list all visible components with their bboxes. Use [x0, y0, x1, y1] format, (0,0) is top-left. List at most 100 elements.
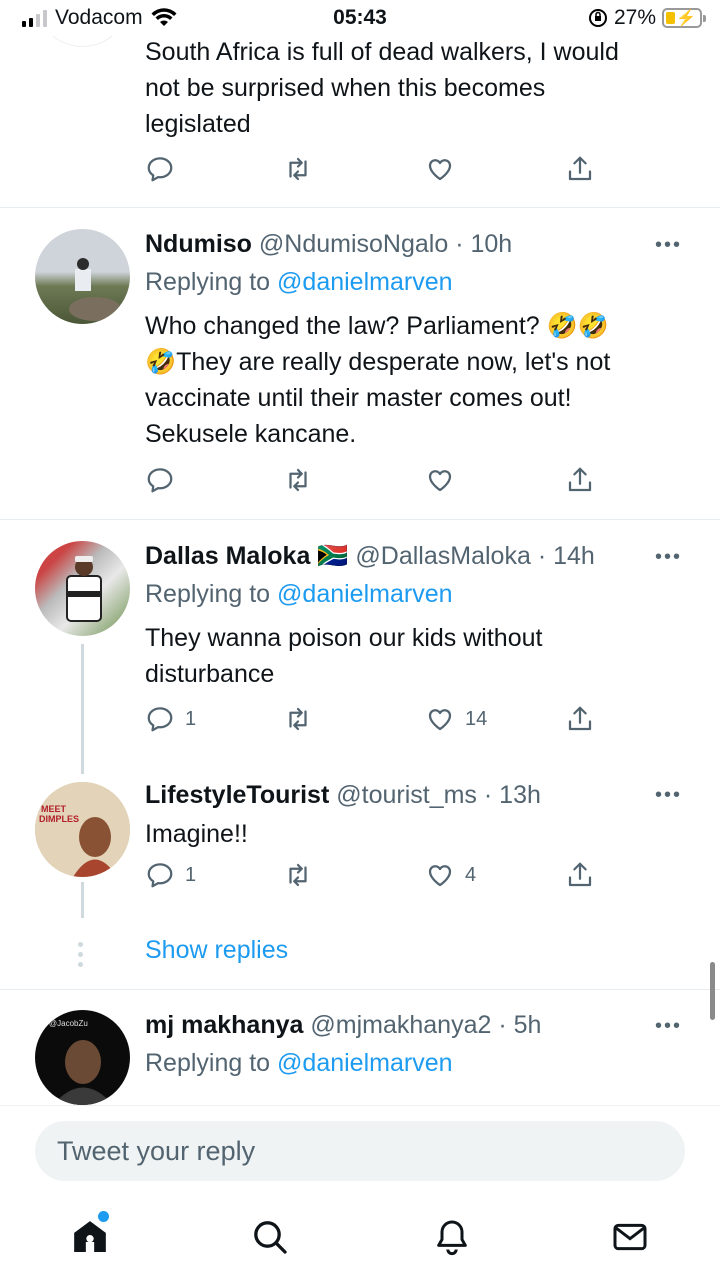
bottom-nav — [0, 1195, 720, 1280]
heart-icon — [428, 159, 452, 181]
more-options-icon[interactable]: ••• — [655, 546, 682, 569]
like-count: 14 — [465, 707, 488, 730]
battery-icon: ⚡ — [662, 8, 706, 28]
reply-icon — [147, 468, 173, 493]
thread-line — [81, 882, 84, 918]
retweet-icon — [289, 157, 307, 181]
reply-button[interactable]: 1 — [145, 860, 196, 890]
nav-notifications[interactable] — [432, 1217, 472, 1257]
avatar[interactable] — [35, 541, 130, 636]
avatar[interactable]: MEET DIMPLES — [35, 782, 130, 877]
tweet[interactable]: @JacobZu mj makhanya @mjmakhanya2 · 5h R… — [0, 990, 720, 1105]
tweet-header: mj makhanya @mjmakhanya2 · 5h — [145, 1010, 690, 1040]
orientation-lock-icon — [588, 9, 607, 27]
display-name[interactable]: Dallas Maloka — [145, 542, 310, 570]
user-handle[interactable]: @NdumisoNgalo — [259, 230, 448, 258]
reply-button[interactable] — [145, 154, 175, 184]
user-handle[interactable]: @tourist_ms — [336, 781, 477, 809]
avatar[interactable] — [35, 229, 130, 324]
tweet-time: · 10h — [455, 230, 513, 258]
replying-to: Replying to @danielmarven — [145, 268, 453, 296]
avatar-image: MEET DIMPLES — [35, 782, 130, 877]
messages-icon — [613, 1223, 647, 1251]
nav-messages[interactable] — [610, 1217, 650, 1257]
nav-home[interactable] — [70, 1217, 110, 1257]
tweet[interactable]: Ndumiso @NdumisoNgalo · 10h Replying to … — [0, 208, 720, 520]
share-button[interactable] — [565, 860, 595, 890]
heart-icon — [428, 470, 452, 492]
reply-icon — [147, 707, 173, 732]
share-icon — [568, 706, 592, 731]
heart-icon — [428, 709, 452, 731]
tweet-actions: 1 4 — [145, 860, 595, 894]
tweet-actions: 1 14 — [145, 704, 595, 738]
scroll-indicator[interactable] — [710, 962, 715, 1020]
tweet-text: South Africa is full of dead walkers, I … — [145, 38, 619, 138]
tweet-time: · 5h — [498, 1011, 542, 1039]
share-icon — [568, 862, 592, 887]
tweet-time: · 14h — [537, 542, 595, 570]
avatar-image: @JacobZu — [49, 1019, 113, 1105]
like-button[interactable]: 4 — [425, 860, 476, 890]
show-replies-link[interactable]: Show replies — [145, 936, 288, 965]
more-options-icon[interactable]: ••• — [655, 234, 682, 257]
more-options-icon[interactable]: ••• — [655, 1015, 682, 1038]
retweet-button[interactable] — [283, 860, 313, 890]
retweet-icon — [289, 863, 307, 887]
tweet[interactable]: MEET DIMPLES LifestyleTourist @tourist_m… — [0, 760, 720, 990]
avatar-image — [69, 258, 121, 321]
display-name[interactable]: Ndumiso — [145, 230, 252, 258]
reply-button[interactable] — [145, 465, 175, 495]
reply-count: 1 — [185, 707, 197, 730]
tweet-text: Imagine!! — [145, 820, 248, 848]
home-notification-dot — [98, 1211, 109, 1222]
svg-text:DIMPLES: DIMPLES — [39, 814, 79, 824]
share-button[interactable] — [565, 154, 595, 184]
user-handle[interactable]: @DallasMaloka — [355, 542, 530, 570]
like-count: 4 — [465, 863, 477, 886]
mention-link[interactable]: @danielmarven — [277, 268, 452, 296]
mention-link[interactable]: @danielmarven — [277, 1049, 452, 1077]
thread-dots — [78, 942, 83, 967]
tweet-actions — [145, 465, 595, 499]
reply-icon — [147, 863, 173, 888]
heart-icon — [428, 865, 452, 887]
tweet-header: Ndumiso @NdumisoNgalo · 10h — [145, 229, 690, 259]
home-icon — [74, 1221, 106, 1252]
tweet[interactable]: Dallas Maloka 🇿🇦 @DallasMaloka · 14h Rep… — [0, 520, 720, 774]
like-button[interactable] — [425, 465, 455, 495]
like-button[interactable]: 14 — [425, 704, 487, 734]
more-options-icon[interactable]: ••• — [655, 784, 682, 807]
reply-icon — [147, 157, 173, 182]
nav-search[interactable] — [250, 1217, 290, 1257]
share-button[interactable] — [565, 704, 595, 734]
user-handle[interactable]: @mjmakhanya2 — [310, 1011, 491, 1039]
reply-composer — [0, 1105, 720, 1195]
like-button[interactable] — [425, 154, 455, 184]
tweet-text: They wanna poison our kids without distu… — [145, 624, 543, 688]
share-icon — [568, 467, 592, 492]
svg-text:MEET: MEET — [41, 804, 67, 814]
thread-line — [81, 644, 84, 774]
retweet-icon — [289, 468, 307, 492]
battery-percent: 27% — [613, 6, 656, 29]
share-button[interactable] — [565, 465, 595, 495]
tweet-time: · 13h — [483, 781, 541, 809]
replies-feed[interactable]: South Africa is full of dead walkers, I … — [0, 0, 720, 1105]
retweet-button[interactable] — [283, 154, 313, 184]
tweet-text: Who changed the law? Parliament? 🤣🤣 🤣The… — [145, 312, 611, 448]
tweet-actions — [145, 154, 595, 188]
retweet-button[interactable] — [283, 704, 313, 734]
display-name[interactable]: mj makhanya — [145, 1011, 303, 1039]
avatar-image — [66, 556, 102, 622]
share-icon — [568, 156, 592, 181]
reply-button[interactable]: 1 — [145, 704, 196, 734]
retweet-button[interactable] — [283, 465, 313, 495]
status-bar: Vodacom 05:43 27% ⚡ — [0, 0, 720, 36]
display-name[interactable]: LifestyleTourist — [145, 781, 329, 809]
mention-link[interactable]: @danielmarven — [277, 580, 452, 608]
tweet-header: LifestyleTourist @tourist_ms · 13h — [145, 780, 690, 810]
tweet-reply-input[interactable] — [35, 1121, 685, 1181]
flag-emoji: 🇿🇦 — [317, 542, 349, 570]
avatar[interactable]: @JacobZu — [35, 1010, 130, 1105]
